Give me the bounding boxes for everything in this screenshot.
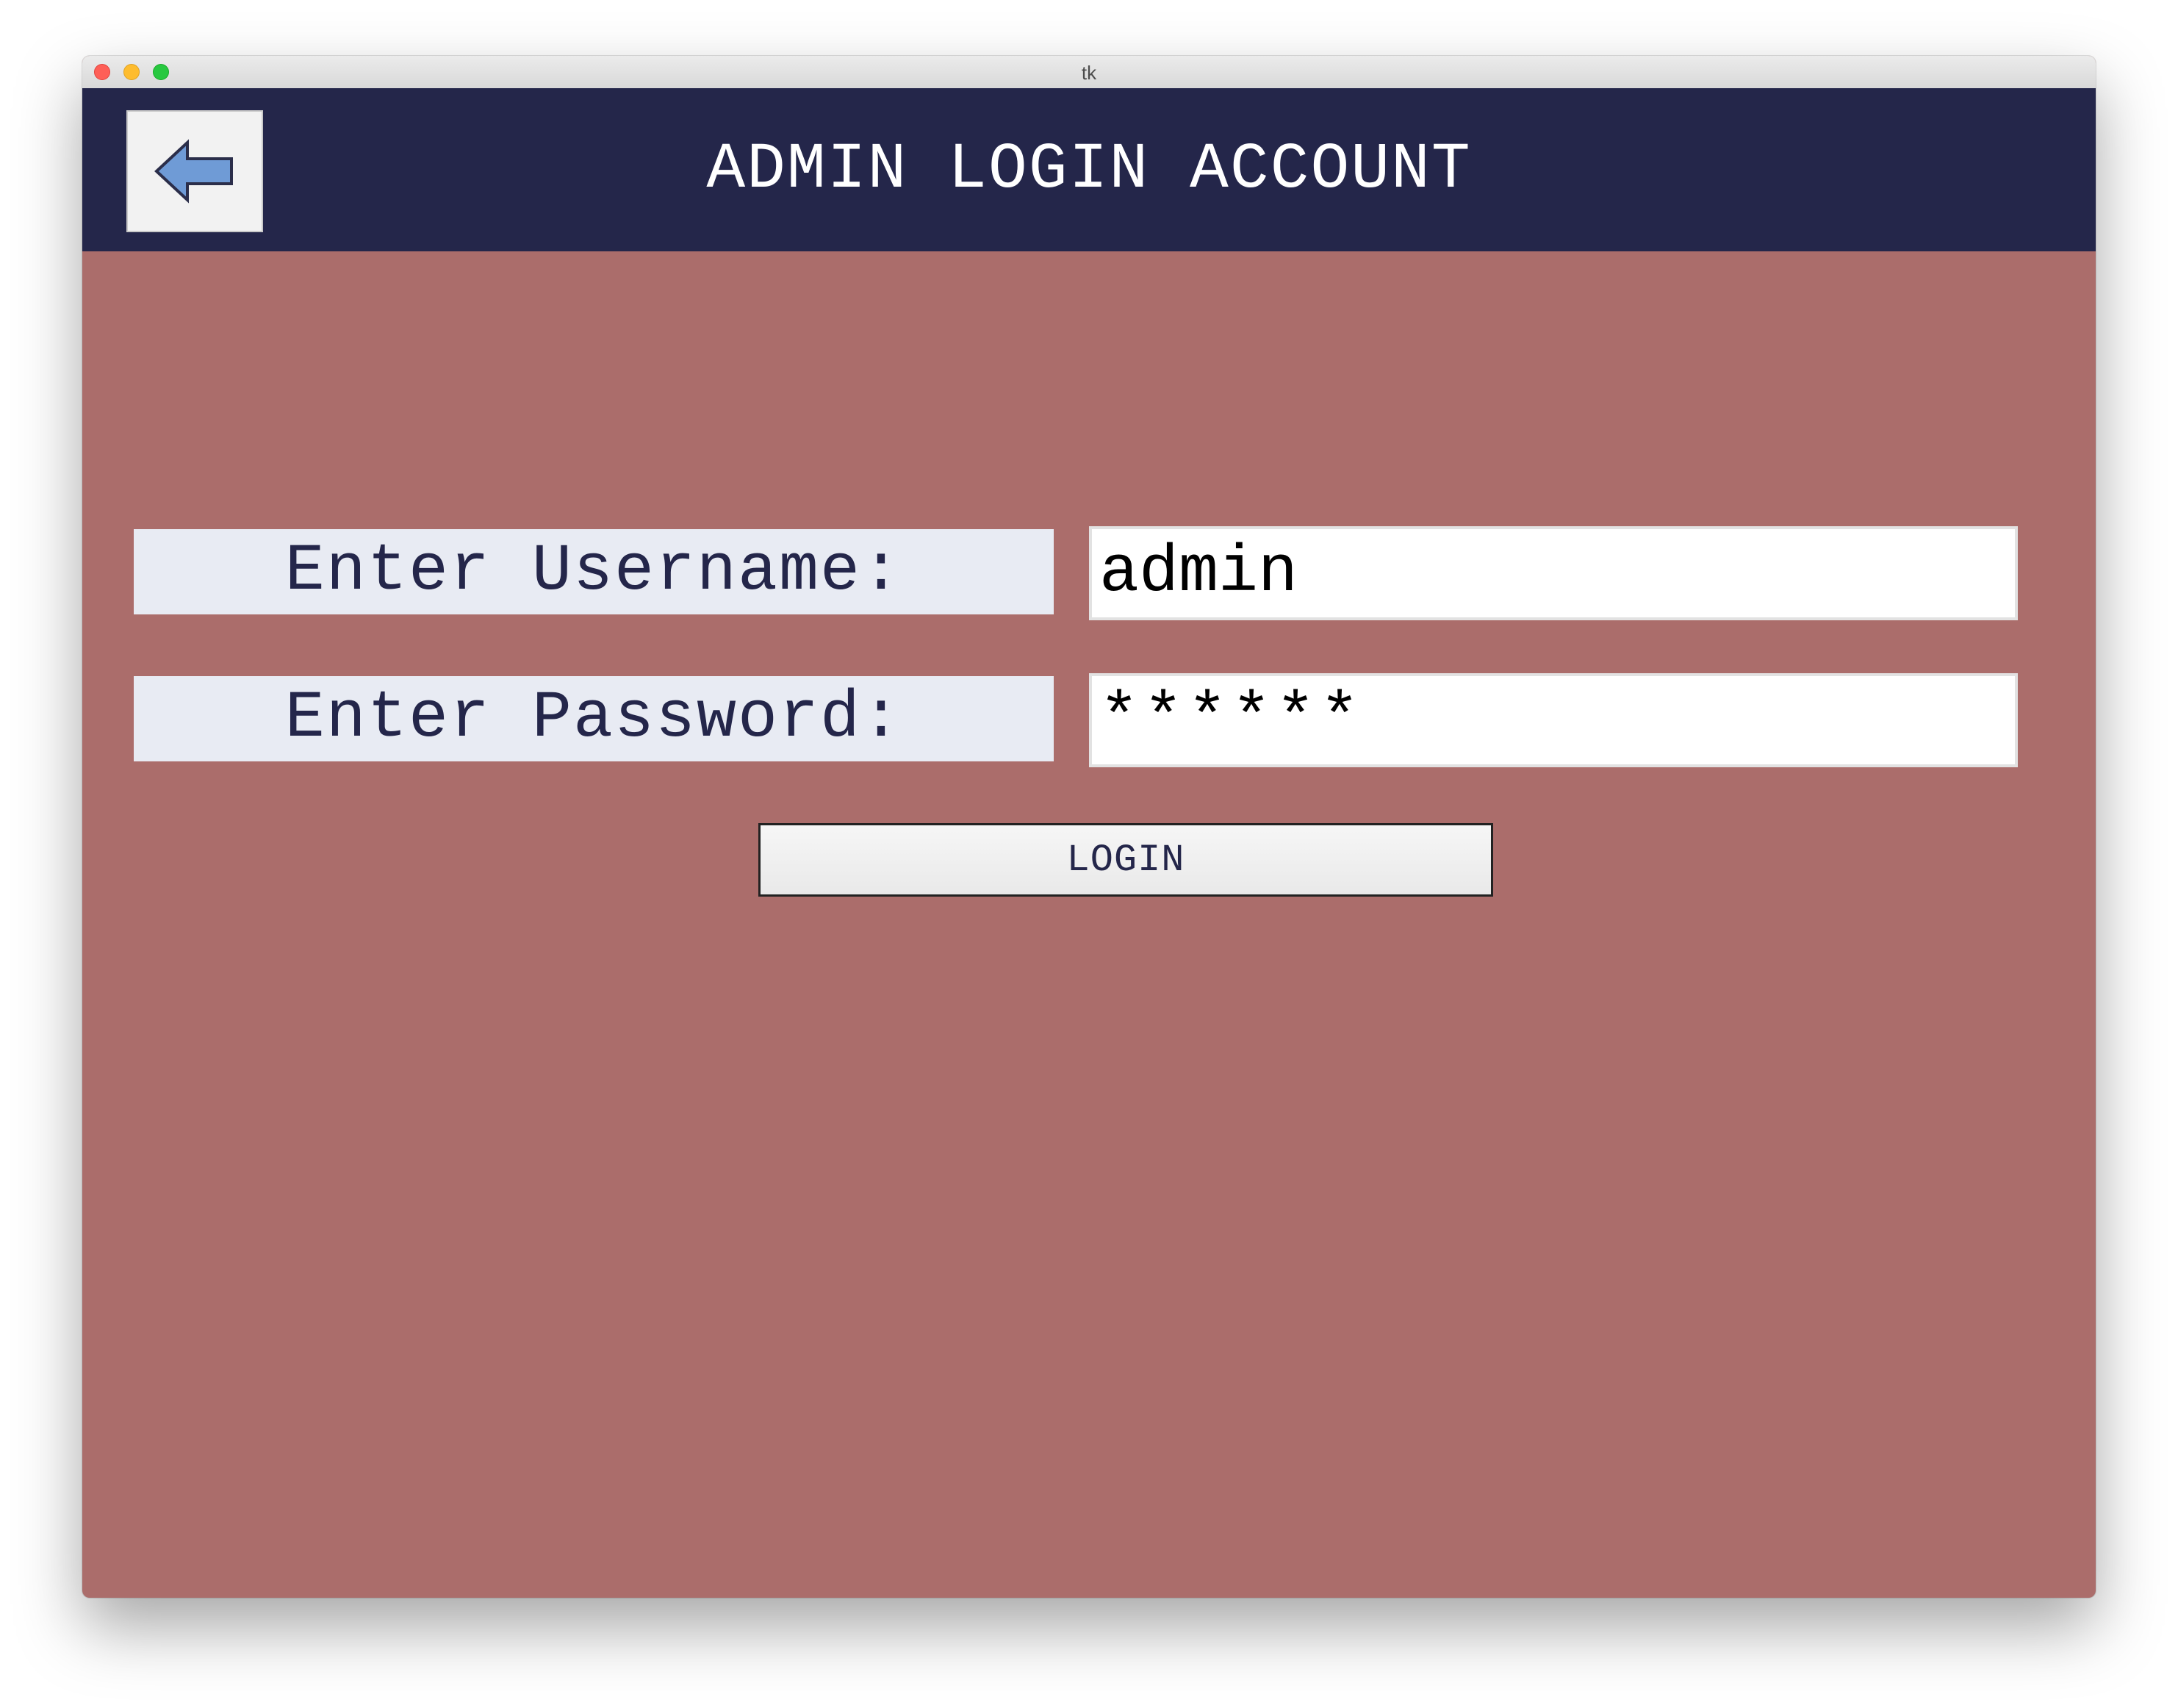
window-titlebar: tk bbox=[82, 56, 2096, 89]
app-window: tk ADMIN LOGIN ACCOUNT Enter Username: E… bbox=[82, 56, 2096, 1598]
username-field[interactable] bbox=[1089, 526, 2018, 620]
password-field[interactable] bbox=[1089, 673, 2018, 767]
username-label: Enter Username: bbox=[134, 529, 1054, 614]
page-title: ADMIN LOGIN ACCOUNT bbox=[706, 134, 1472, 207]
login-button[interactable]: LOGIN bbox=[758, 823, 1493, 897]
window-title: tk bbox=[1081, 62, 1097, 84]
password-label: Enter Password: bbox=[134, 676, 1054, 761]
header-bar: ADMIN LOGIN ACCOUNT bbox=[82, 88, 2096, 251]
